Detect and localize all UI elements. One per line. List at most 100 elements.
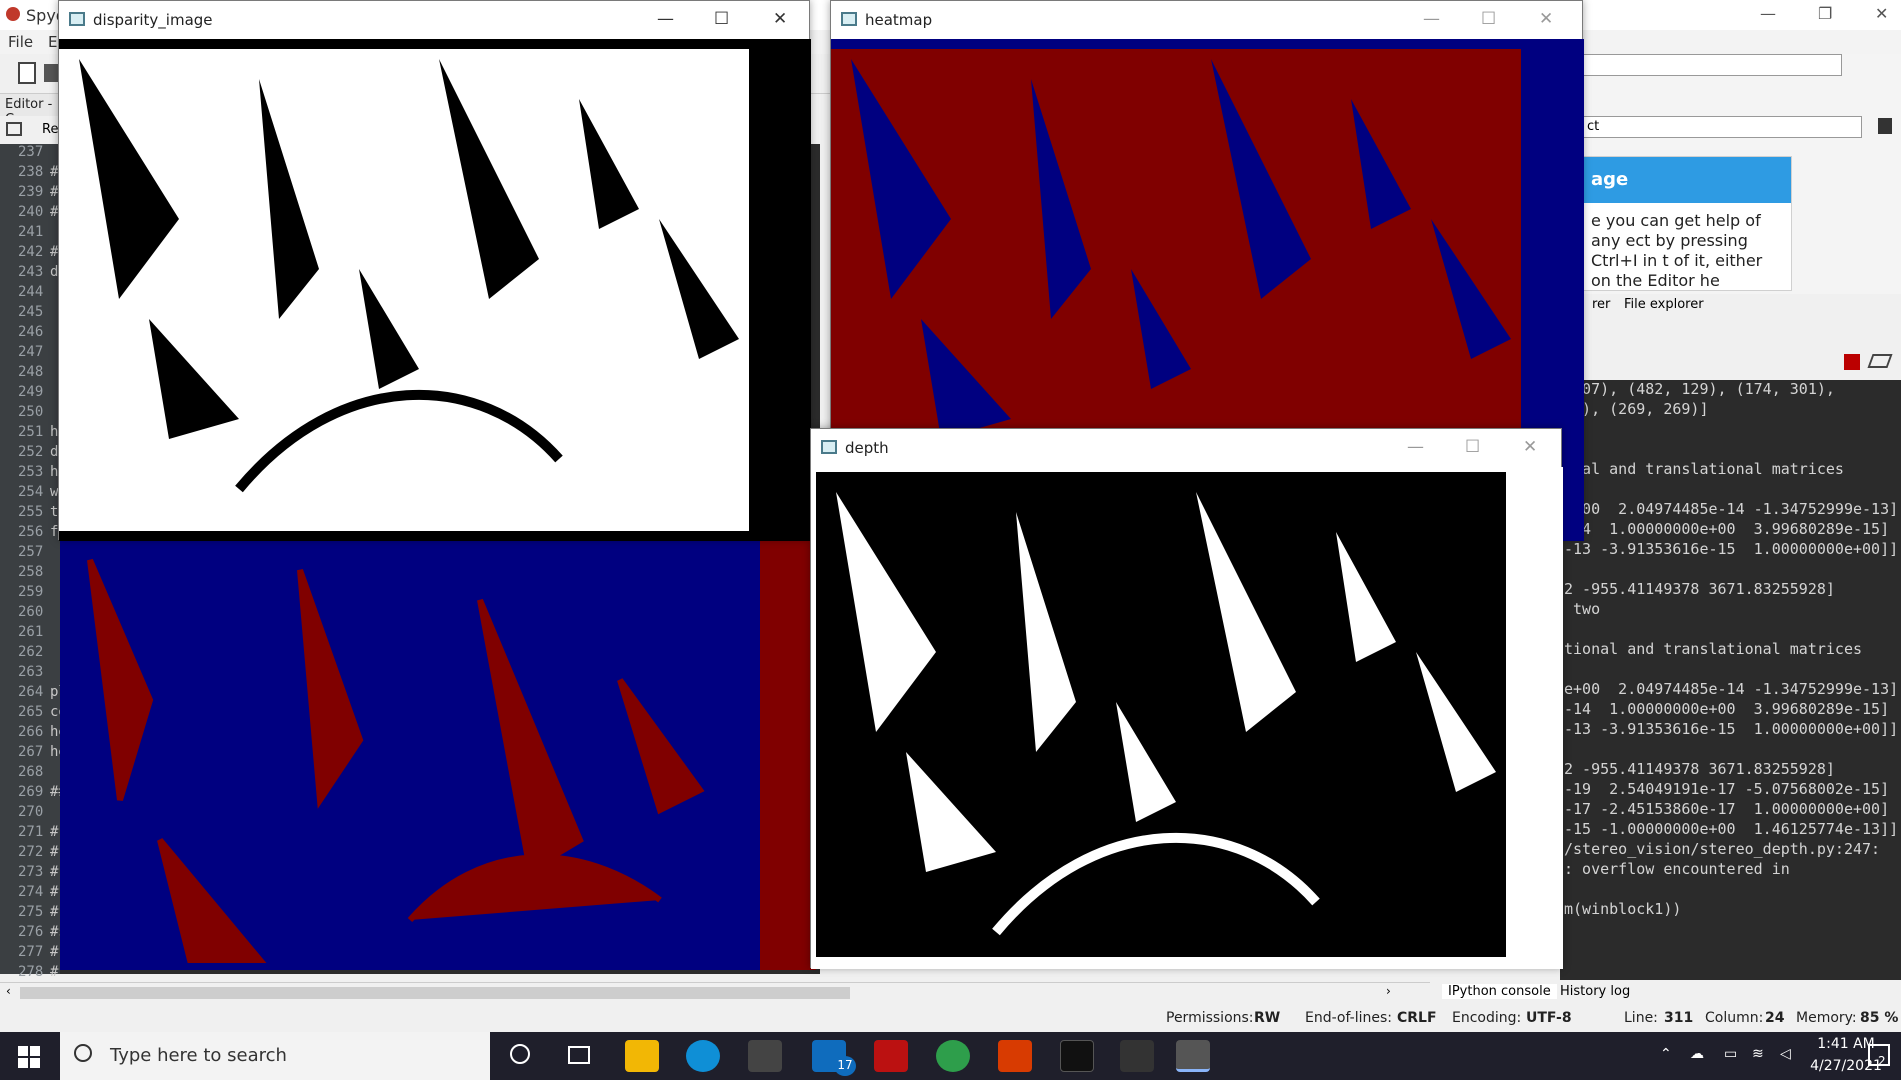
depth-window: depth — ☐ ✕ [810,428,1563,969]
taskbar-search[interactable]: Type here to search [60,1032,490,1080]
chevron-up-icon[interactable]: ⌃ [1660,1046,1672,1062]
line-number: 261 [18,624,58,644]
encoding-value: UTF-8 [1526,1010,1572,1026]
line-number: 274 # [18,884,58,904]
spyder-icon[interactable] [1120,1040,1154,1072]
line-number: 244 [18,284,58,304]
folder-icon[interactable] [6,122,22,136]
line-number-text: 277 [18,944,44,960]
line-number-text: 258 [18,564,44,580]
chrome-icon[interactable] [936,1040,970,1072]
line-number-text: 251 [18,424,44,440]
file-explorer-icon[interactable] [625,1040,659,1072]
line-number-text: 272 [18,844,44,860]
line-number-text: 275 [18,904,44,920]
line-number-text: 278 [18,964,44,980]
scroll-right-icon[interactable]: › [1386,984,1391,998]
column-label: Column: [1705,1010,1764,1026]
console-line: -15 -1.00000000e+00 1.46125774e-13]] [1564,820,1899,838]
new-file-icon[interactable] [18,62,36,84]
line-number-text: 241 [18,224,44,240]
console-line: -13 -3.91353616e-15 1.00000000e+00]] [1564,540,1899,558]
line-number: 243 d [18,264,58,284]
ipython-console[interactable]: 207), (482, 129), (174, 301), 58), (269, … [1560,380,1901,980]
maximize-icon[interactable]: ☐ [1465,437,1480,457]
line-number-text: 268 [18,764,44,780]
game-app-icon[interactable] [874,1040,908,1072]
tab-ipython-console[interactable]: IPython console [1442,984,1557,999]
minimize-icon[interactable]: — [1407,437,1424,457]
maximize-icon[interactable]: ☐ [1481,9,1496,29]
volume-icon[interactable]: ◁ [1780,1046,1791,1062]
console-line: two [1564,600,1601,618]
windows-start-icon[interactable] [18,1046,40,1068]
store-icon[interactable] [748,1040,782,1072]
line-number-text: 242 [18,244,44,260]
eraser-icon[interactable] [1867,354,1893,368]
line-number: 268 [18,764,58,784]
stop-icon[interactable] [1844,354,1860,370]
close-icon[interactable]: ✕ [1523,437,1537,457]
line-number: 252 d [18,444,58,464]
office-icon[interactable] [998,1040,1032,1072]
line-number: 256 f [18,524,58,544]
code-fragment: # [50,824,59,840]
line-number: 253 h [18,464,58,484]
epic-games-icon[interactable] [1060,1040,1094,1072]
path-combo[interactable] [1582,54,1842,76]
spyder-logo-icon [6,7,20,21]
code-fragment: # [50,864,59,880]
tab-variable-explorer[interactable]: rer [1592,297,1610,312]
lock-icon[interactable] [1878,118,1892,134]
line-number-text: 240 [18,204,44,220]
line-number: 277 # [18,944,58,964]
tab-file-explorer[interactable]: File explorer [1624,297,1704,312]
tab-history-log[interactable]: History log [1560,984,1630,999]
permissions-value: RW [1254,1010,1281,1026]
network-icon[interactable]: ☁ [1690,1046,1704,1062]
notification-icon[interactable]: 2 [1868,1044,1890,1068]
scroll-left-icon[interactable]: ‹ [6,984,11,998]
object-combo[interactable]: ct [1582,116,1862,138]
heatmap-title-bar: heatmap — ☐ ✕ [831,1,1582,39]
line-number: 270 [18,804,58,824]
encoding-label: Encoding: [1452,1010,1522,1026]
spyder-active-icon[interactable] [1176,1040,1210,1072]
minimize-icon[interactable]: — [1423,9,1440,29]
menu-edit[interactable]: E [48,33,57,51]
minimize-icon[interactable]: — [1760,4,1776,23]
line-number-text: 276 [18,924,44,940]
line-number-text: 270 [18,804,44,820]
disparity-title: disparity_image [93,11,213,29]
cortana-icon[interactable] [510,1044,530,1064]
close-icon[interactable]: ✕ [773,9,787,29]
line-number-text: 246 [18,324,44,340]
line-number: 246 [18,324,58,344]
menu-file[interactable]: File [8,33,33,51]
task-view-icon[interactable] [568,1046,590,1064]
scrollbar-thumb[interactable] [20,987,850,999]
battery-icon[interactable]: ▭ [1724,1046,1737,1062]
line-number: 273 # [18,864,58,884]
line-number-text: 245 [18,304,44,320]
close-icon[interactable]: ✕ [1539,9,1553,29]
close-icon[interactable]: ✕ [1875,4,1888,23]
console-line: m(winblock1)) [1564,900,1682,918]
minimize-icon[interactable]: — [657,9,674,29]
line-number: 259 [18,584,58,604]
editor-tab[interactable]: Editor - C [0,94,65,127]
line-number: 242 # [18,244,58,264]
maximize-icon[interactable]: ☐ [714,9,729,29]
console-line: tional and translational matrices [1564,640,1863,658]
restore-icon[interactable]: ❐ [1818,4,1832,23]
line-number: 258 [18,564,58,584]
console-line: -19 2.54049191e-17 -5.07568002e-15] [1564,780,1890,798]
horizontal-scrollbar[interactable]: ‹ › [0,982,1430,1002]
editor-row-label: Re [42,122,59,137]
edge-icon[interactable] [686,1040,720,1072]
line-number: 271 # [18,824,58,844]
line-number-text: 243 [18,264,44,280]
wifi-icon[interactable]: ≋ [1752,1046,1764,1062]
line-number-text: 260 [18,604,44,620]
line-label: Line: [1624,1010,1658,1026]
